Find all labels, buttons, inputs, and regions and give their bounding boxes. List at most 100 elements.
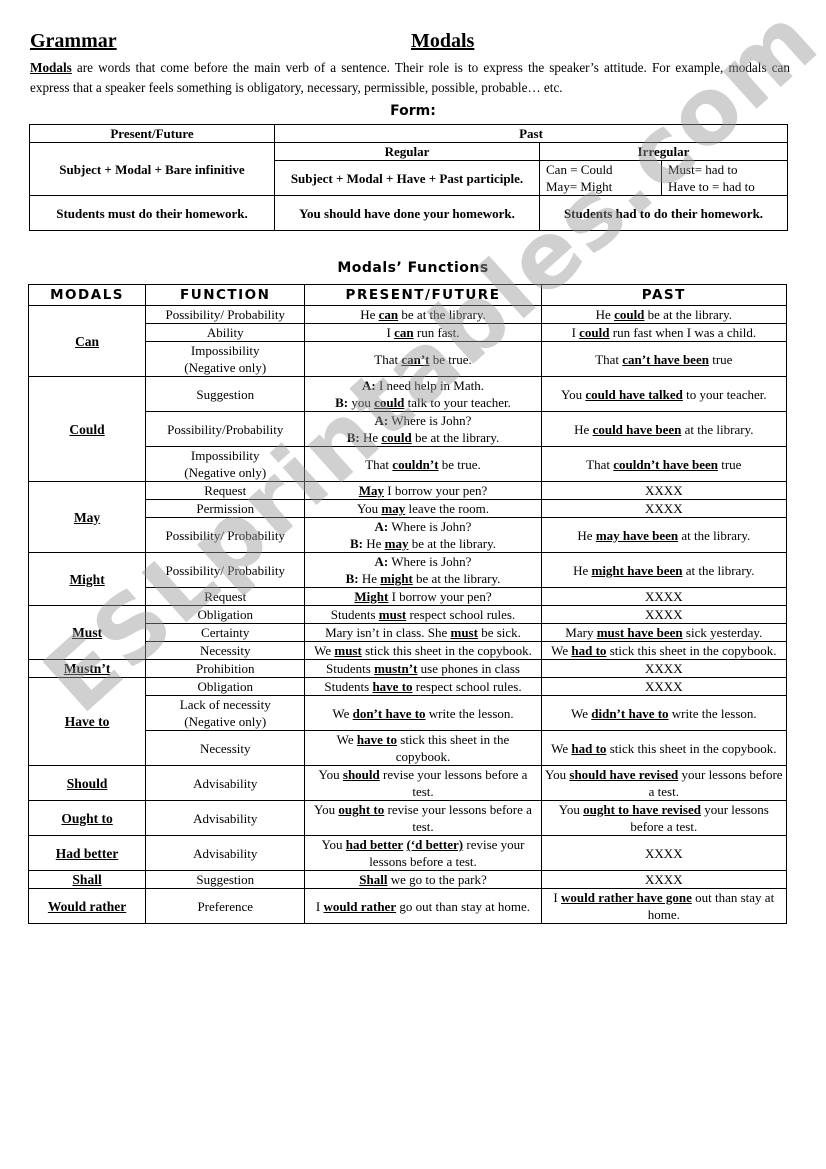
present-example-cell: You may leave the room.: [304, 499, 542, 518]
past-example-cell: XXXX: [540, 481, 788, 500]
column-header-modals: MODALS: [27, 284, 147, 306]
function-cell: Ability: [145, 323, 306, 342]
intro-text: are words that come before the main verb…: [30, 60, 790, 95]
page-title: Modals: [411, 30, 475, 52]
present-example-cell: Might I borrow your pen?: [304, 587, 542, 606]
present-example-cell: I can run fast.: [304, 323, 542, 342]
table-row: Ought to Advisability You ought to revise …: [27, 800, 788, 836]
past-example-cell: I would rather have gone out than stay a…: [540, 888, 788, 924]
past-example-cell: We had to stick this sheet in the copybo…: [540, 730, 788, 766]
modal-name: Had better: [27, 835, 147, 871]
past-example-cell: XXXX: [540, 677, 788, 696]
function-cell: Suggestion: [145, 376, 306, 412]
past-example-cell: You could have talked to your teacher.: [540, 376, 788, 412]
present-example-cell: Mary isn’t in class. She must be sick.: [304, 623, 542, 642]
table-row: Should Advisability You should revise your…: [27, 765, 788, 801]
past-example-cell: He could have been at the library.: [540, 411, 788, 447]
present-example-cell: You ought to revise your lessons before …: [304, 800, 542, 836]
past-example-cell: XXXX: [540, 870, 788, 889]
functions-body: Can Possibility/ Probability He can be at …: [27, 305, 788, 924]
form-past-header: Past: [274, 124, 788, 143]
modal-name: Must: [27, 605, 147, 660]
present-example-cell: A: Where is John? B: He might be at the l…: [304, 552, 542, 588]
form-regular-rule: Subject + Modal + Have + Past participle…: [274, 160, 540, 196]
irregular-can: Can = Could: [546, 162, 613, 177]
function-cell: Obligation: [145, 605, 306, 624]
form-irregular-pair-1: Can = Could May= Might: [539, 160, 662, 196]
function-cell: Obligation: [145, 677, 306, 696]
present-example-cell: May I borrow your pen?: [304, 481, 542, 500]
past-example-cell: XXXX: [540, 605, 788, 624]
past-example-cell: He could be at the library.: [540, 305, 788, 324]
column-header-function: FUNCTION: [145, 284, 306, 306]
past-example-cell: We didn’t have to write the lesson.: [540, 695, 788, 731]
form-regular-example: You should have done your homework.: [274, 195, 540, 231]
present-example-cell: Students mustn’t use phones in class: [304, 659, 542, 678]
function-cell: Impossibility (Negative only): [145, 341, 306, 377]
past-example-cell: XXXX: [540, 587, 788, 606]
function-cell: Request: [145, 587, 306, 606]
header: Grammar Modals: [30, 30, 790, 56]
modal-name: Could: [27, 376, 147, 482]
present-example-cell: We don’t have to write the lesson.: [304, 695, 542, 731]
table-row: Had better Advisability You had better (‘d…: [27, 835, 788, 871]
past-example-cell: Mary must have been sick yesterday.: [540, 623, 788, 642]
table-row: Could Suggestion A: I need help in Math. B:…: [27, 376, 788, 482]
present-example-cell: We have to stick this sheet in the copyb…: [304, 730, 542, 766]
present-example-cell: You had better (‘d better) revise your l…: [304, 835, 542, 871]
form-irregular-example: Students had to do their homework.: [539, 195, 788, 231]
past-example-cell: We had to stick this sheet in the copybo…: [540, 641, 788, 660]
function-cell: Necessity: [145, 730, 306, 766]
table-row: Mustn’t Prohibition Students mustn’t use p…: [27, 659, 788, 678]
modal-name: Would rather: [27, 888, 147, 924]
present-example-cell: Students must respect school rules.: [304, 605, 542, 624]
past-example-cell: You should have revised your lessons bef…: [540, 765, 788, 801]
function-cell: Impossibility (Negative only): [145, 446, 306, 482]
intro-lead-term: Modals: [30, 60, 72, 75]
column-header-present-future: PRESENT/FUTURE: [304, 284, 542, 306]
past-example-cell: That couldn’t have been true: [540, 446, 788, 482]
form-present-future-header: Present/Future: [29, 124, 275, 143]
table-row: Might Possibility/ Probability A: Where is…: [27, 552, 788, 606]
present-example-cell: Students have to respect school rules.: [304, 677, 542, 696]
present-example-cell: A: I need help in Math. B: you could talk…: [304, 376, 542, 412]
function-cell: Necessity: [145, 641, 306, 660]
modal-name: Ought to: [27, 800, 147, 836]
function-cell: Advisability: [145, 835, 306, 871]
function-cell: Certainty: [145, 623, 306, 642]
table-row: Would rather Preference I would rather go …: [27, 888, 788, 924]
function-cell: Suggestion: [145, 870, 306, 889]
intro-paragraph: Modals are words that come before the ma…: [30, 58, 790, 98]
present-example-cell: That couldn’t be true.: [304, 446, 542, 482]
irregular-may: May= Might: [546, 179, 613, 194]
present-example-cell: You should revise your lessons before a …: [304, 765, 542, 801]
present-example-cell: That can’t be true.: [304, 341, 542, 377]
table-row: Can Possibility/ Probability He can be at …: [27, 305, 788, 377]
irregular-must: Must= had to: [668, 162, 738, 177]
past-example-cell: You ought to have revised your lessons b…: [540, 800, 788, 836]
past-example-cell: XXXX: [540, 659, 788, 678]
function-cell: Possibility/ Probability: [145, 517, 306, 553]
form-present-rule: Subject + Modal + Bare infinitive: [29, 142, 275, 196]
function-cell: Possibility/Probability: [145, 411, 306, 447]
modal-name: Shall: [27, 870, 147, 889]
past-example-cell: I could run fast when I was a child.: [540, 323, 788, 342]
present-example-cell: A: Where is John? B: He could be at the l…: [304, 411, 542, 447]
present-example-cell: A: Where is John? B: He may be at the lib…: [304, 517, 542, 553]
function-cell: Prohibition: [145, 659, 306, 678]
form-heading: Form:: [390, 103, 436, 119]
functions-header-row: MODALS FUNCTION PRESENT/FUTURE PAST: [27, 284, 788, 306]
form-irregular-pair-2: Must= had to Have to = had to: [661, 160, 788, 196]
form-regular-header: Regular: [274, 142, 540, 161]
function-cell: Advisability: [145, 765, 306, 801]
form-present-example: Students must do their homework.: [29, 195, 275, 231]
section-title: Grammar: [30, 30, 117, 52]
form-table: Present/Future Past Subject + Modal + Ba…: [29, 124, 788, 231]
function-cell: Permission: [145, 499, 306, 518]
past-example-cell: XXXX: [540, 499, 788, 518]
past-example-cell: He might have been at the library.: [540, 552, 788, 588]
table-row: May Request May I borrow your pen? XXXX: [27, 481, 788, 553]
modal-name: Have to: [27, 677, 147, 766]
table-row: Have to Obligation Students have to respec…: [27, 677, 788, 766]
present-example-cell: Shall we go to the park?: [304, 870, 542, 889]
